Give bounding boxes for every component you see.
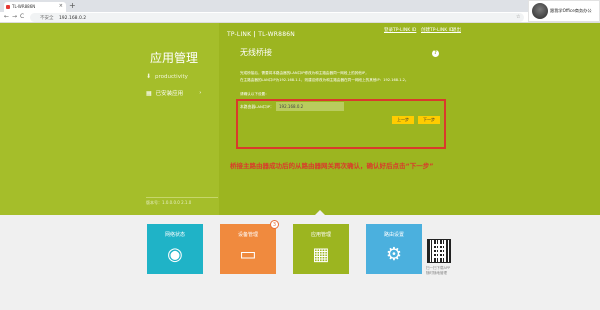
bookmark-star-icon[interactable]: ☆ <box>516 14 520 20</box>
favicon-icon <box>6 5 10 9</box>
create-tplink-id-link[interactable]: 创建TP-LINK ID <box>421 27 453 33</box>
sidebar-item-label: 已安装应用 <box>155 91 184 97</box>
presenter-name: 跟我学Office商务办公 <box>550 8 592 13</box>
login-tplink-id-link[interactable]: 登录TP-LINK ID <box>384 27 416 33</box>
tile-label: 路由设置 <box>383 232 404 238</box>
avatar <box>532 3 548 19</box>
reload-icon[interactable]: C <box>20 13 24 20</box>
tile-label: 应用管理 <box>310 232 331 238</box>
device-count-badge: 3 <box>270 220 279 229</box>
apps-icon: ▦ <box>312 244 330 265</box>
tile-network-status[interactable]: 网络状态 ◉ <box>147 224 203 274</box>
prev-button[interactable]: 上一步 <box>392 116 414 124</box>
help-icon[interactable]: ? <box>432 50 439 57</box>
bottom-nav: 网络状态 ◉ 设备管理 ▭ 3 应用管理 ▦ 路由设置 ⚙ 扫一扫下载APP 随… <box>0 215 600 310</box>
next-button[interactable]: 下一步 <box>418 116 440 124</box>
description-line-2: 在主路由器的LAN口IP为192.168.1.1，则建议修改为和主路由器在同一网… <box>240 78 409 82</box>
page-title: 无线桥接 <box>240 48 272 57</box>
step-text: 请确认以下设置： <box>240 92 269 96</box>
logout-link[interactable]: 退出 <box>452 27 461 33</box>
brand-logo: TP-LINK | TL-WR886N <box>227 31 295 38</box>
new-tab-button[interactable]: + <box>69 1 76 10</box>
description-line-1: 完成桥接后，需要将本路由器的LAN口IP修改为和主路由器同一网段上的其他IP， <box>240 71 369 75</box>
address-bar: ← → C 不安全 192.168.0.2 ☆ ⋮ <box>0 12 600 23</box>
tab-title: TL-WR886N <box>12 4 36 9</box>
lan-ip-label: 本路由器LAN口IP： <box>240 104 274 109</box>
close-tab-icon[interactable]: × <box>59 3 63 9</box>
url-text: 192.168.0.2 <box>58 16 87 21</box>
security-indicator[interactable]: 不安全 <box>40 16 54 21</box>
firmware-version: 版本号：1.0.0.0.0 2.1.0 <box>146 197 218 206</box>
sidebar-item-installed-apps[interactable]: ▦ 已安装应用 › <box>146 89 202 98</box>
globe-icon: ◉ <box>167 244 183 265</box>
tile-label: 网络状态 <box>164 232 185 238</box>
back-icon[interactable]: ← <box>4 13 9 20</box>
tile-device-management[interactable]: 设备管理 ▭ <box>220 224 276 274</box>
brand-name: TP-LINK <box>227 31 252 38</box>
tile-app-management[interactable]: 应用管理 ▦ <box>293 224 349 274</box>
qr-code <box>427 239 451 263</box>
browser-tab[interactable]: TL-WR886N × <box>4 2 66 12</box>
laptop-icon: ▭ <box>239 244 257 265</box>
chevron-right-icon: › <box>199 90 202 96</box>
url-input[interactable]: 不安全 192.168.0.2 <box>30 13 524 22</box>
annotation-text: 桥接主路由器成功后的从路由器网关再次确认，确认好后点击“下一步” <box>230 162 434 170</box>
qr-caption-line-2: 随时随地管理 <box>426 271 447 275</box>
sidebar-item-productivity[interactable]: ⬇ productivity <box>146 73 188 80</box>
router-main: 应用管理 ⬇ productivity ▦ 已安装应用 › 版本号：1.0.0.… <box>0 23 600 216</box>
grid-icon: ▦ <box>146 89 152 97</box>
gear-icon: ⚙ <box>385 244 403 265</box>
tile-router-settings[interactable]: 路由设置 ⚙ <box>366 224 422 274</box>
lan-ip-input[interactable] <box>276 102 344 111</box>
sidebar-item-label: productivity <box>155 73 188 80</box>
tab-bar: TL-WR886N × + <box>0 0 600 12</box>
sidebar-title: 应用管理 <box>150 51 199 65</box>
forward-icon[interactable]: → <box>12 13 17 20</box>
model-name: TL-WR886N <box>258 31 295 38</box>
download-icon: ⬇ <box>146 73 152 80</box>
presenter-overlay: 跟我学Office商务办公 <box>528 0 600 22</box>
sidebar: 应用管理 ⬇ productivity ▦ 已安装应用 › 版本号：1.0.0.… <box>0 23 219 215</box>
tile-label: 设备管理 <box>237 232 258 238</box>
